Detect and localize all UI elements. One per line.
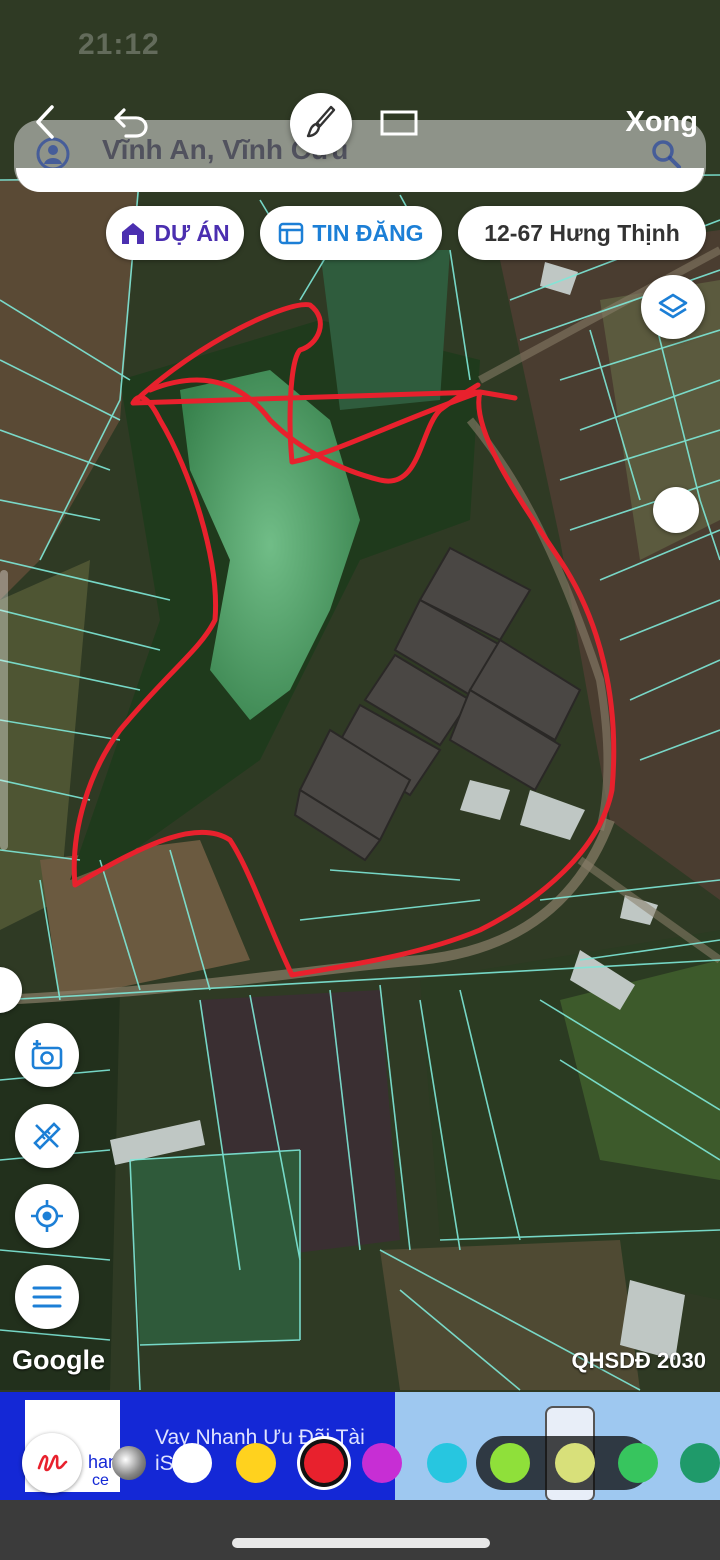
bottom-bar (0, 1500, 720, 1560)
pen-tool-icon (35, 1448, 69, 1478)
parcel-chip[interactable]: 12-67 Hưng Thịnh (458, 206, 706, 260)
listings-chip[interactable]: TIN ĐĂNG (260, 206, 442, 260)
color-swatch[interactable] (236, 1443, 276, 1483)
measure-tool-button[interactable] (15, 1104, 79, 1168)
measure-tool-icon (30, 1119, 64, 1153)
ad-subline: iS (155, 1452, 174, 1475)
home-indicator[interactable] (232, 1538, 490, 1548)
pen-tool-button[interactable] (22, 1433, 82, 1493)
color-swatch[interactable] (555, 1443, 595, 1483)
screen: 21:12 Vĩnh An, Vĩnh Cửu Xong DỰ ÁN TIN Đ… (0, 0, 720, 1560)
status-time: 21:12 (78, 28, 160, 61)
menu-button[interactable] (15, 1265, 79, 1329)
layers-button[interactable] (641, 275, 705, 339)
color-swatch[interactable] (680, 1443, 720, 1483)
home-project-icon (120, 221, 146, 245)
color-swatch[interactable] (172, 1443, 212, 1483)
ad-brand-fragment-2: ce (92, 1472, 109, 1489)
locate-button[interactable] (15, 1184, 79, 1248)
projects-chip[interactable]: DỰ ÁN (106, 206, 244, 260)
brush-icon (305, 104, 337, 145)
add-photo-button[interactable] (15, 1023, 79, 1087)
menu-icon (31, 1284, 63, 1310)
color-picker-gradient[interactable] (112, 1446, 146, 1480)
back-icon[interactable] (32, 104, 58, 147)
search-icon[interactable] (650, 138, 682, 170)
color-swatch[interactable] (304, 1443, 344, 1483)
listings-chip-label: TIN ĐĂNG (312, 219, 424, 246)
projects-chip-label: DỰ ÁN (154, 219, 230, 246)
undo-icon[interactable] (112, 106, 150, 147)
parcel-chip-label: 12-67 Hưng Thịnh (484, 219, 680, 246)
map-attribution: Google (12, 1345, 105, 1375)
color-swatch[interactable] (618, 1443, 658, 1483)
brush-tool-button[interactable] (290, 93, 352, 155)
drawing-handle[interactable] (653, 487, 699, 533)
done-button[interactable]: Xong (626, 106, 699, 139)
layers-icon (657, 291, 689, 323)
locate-icon (29, 1198, 65, 1234)
color-swatch[interactable] (427, 1443, 467, 1483)
color-swatch[interactable] (490, 1443, 530, 1483)
rectangle-icon[interactable] (380, 110, 418, 145)
scroll-indicator[interactable] (0, 570, 8, 850)
color-swatch[interactable] (362, 1443, 402, 1483)
add-photo-icon (29, 1038, 65, 1072)
plan-label: QHSDĐ 2030 (571, 1348, 706, 1373)
search-bar-underside (16, 168, 704, 192)
calendar-list-icon (278, 221, 304, 245)
